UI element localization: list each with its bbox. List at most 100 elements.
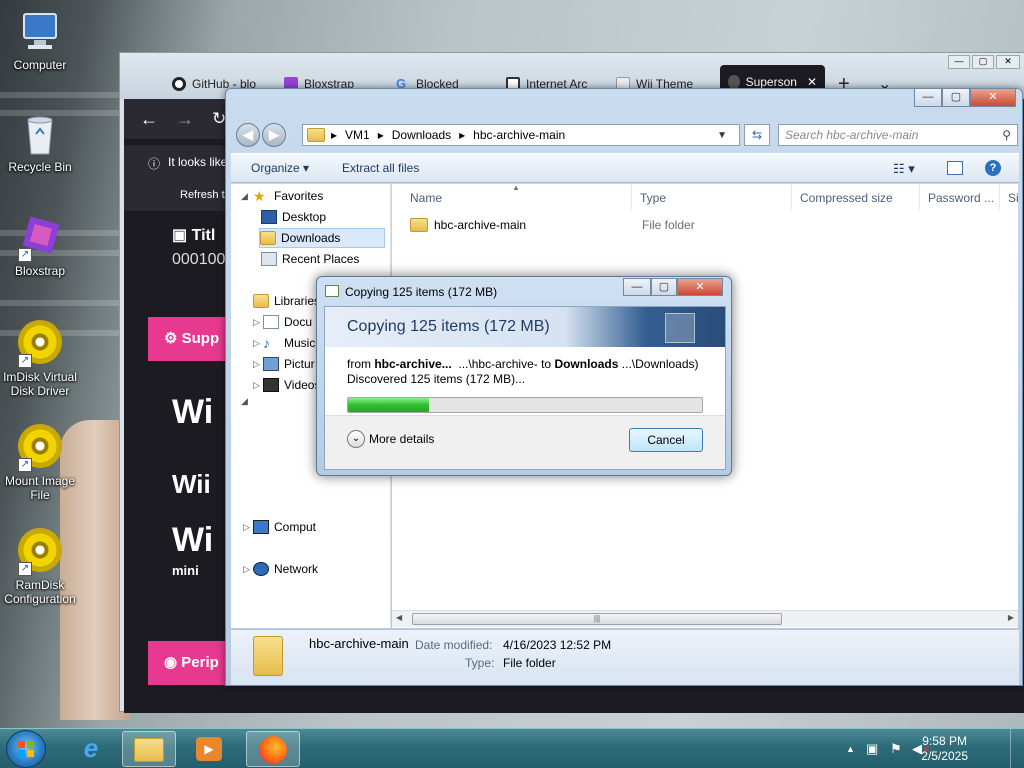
back-button[interactable]: ◀	[236, 123, 260, 147]
browser-notification-bar: ⓘ It looks like Refresh t	[124, 145, 234, 211]
extract-all-button[interactable]: Extract all files	[342, 161, 419, 175]
start-button[interactable]	[6, 730, 46, 768]
scrollbar-thumb[interactable]: |||	[412, 613, 782, 625]
taskbar-internet-explorer[interactable]: e	[64, 731, 118, 767]
close-button[interactable]: ✕	[970, 89, 1016, 107]
address-bar[interactable]: ▸ VM1 ▸ Downloads ▸ hbc-archive-main ▼	[302, 124, 740, 146]
chevron-down-icon[interactable]: ▼	[717, 130, 727, 141]
wii-logo: Wi	[172, 393, 214, 431]
expand-arrow-icon[interactable]: ▷	[253, 338, 260, 349]
nav-pictures[interactable]: Pictur	[263, 354, 315, 374]
progress-fill	[348, 398, 430, 412]
nav-recent-places[interactable]: Recent Places	[261, 249, 359, 269]
expand-arrow-icon[interactable]: ▷	[243, 564, 250, 575]
breadcrumb-downloads[interactable]: Downloads	[392, 128, 451, 142]
maximize-icon[interactable]: ▢	[972, 55, 994, 69]
gears-icon: ⚙	[164, 330, 178, 347]
maximize-button[interactable]: ▢	[942, 89, 970, 107]
breadcrumb-hbc-archive-main[interactable]: hbc-archive-main	[473, 128, 565, 142]
expand-arrow-icon[interactable]: ◢	[241, 191, 248, 202]
back-arrow-icon[interactable]: ←	[140, 109, 158, 130]
column-header-type[interactable]: Type	[632, 184, 792, 210]
column-header-password[interactable]: Password ...	[920, 184, 1000, 210]
copy-source[interactable]: hbc-archive...	[374, 357, 451, 371]
desktop-icon-computer[interactable]: Computer	[0, 8, 80, 72]
minimize-button[interactable]: —	[623, 278, 651, 296]
firefox-icon	[259, 736, 287, 764]
action-center-flag-icon[interactable]: ⚑	[890, 741, 902, 757]
nav-computer[interactable]: Comput	[253, 517, 316, 537]
shortcut-arrow-icon: ↗	[18, 562, 32, 576]
organize-button[interactable]: Organize ▾	[251, 161, 309, 175]
desktop-icon-label: RamDisk Configuration	[4, 578, 76, 606]
dialog-body: Copying 125 items (172 MB) from hbc-arch…	[324, 306, 726, 470]
expand-arrow-icon[interactable]: ▷	[253, 359, 260, 370]
nav-favorites[interactable]: ★ Favorites	[253, 186, 389, 206]
column-header-size[interactable]: Si	[1000, 184, 1019, 210]
clock-time: 9:58 PM	[922, 734, 967, 748]
desktop-icon-label: Recycle Bin	[8, 160, 72, 174]
chevron-down-icon[interactable]: ⌄	[347, 430, 365, 448]
star-icon: ★	[253, 188, 266, 204]
expand-arrow-icon[interactable]: ◢	[241, 396, 248, 407]
more-details-button[interactable]: More details	[369, 432, 434, 446]
desktop-icon-bloxstrap[interactable]: ↗ Bloxstrap	[0, 214, 80, 278]
refresh-button[interactable]: ⇆	[744, 124, 770, 146]
close-icon[interactable]: ✕	[996, 55, 1020, 69]
search-input[interactable]: Search hbc-archive-main ⚲	[778, 124, 1018, 146]
desktop-icon-recycle-bin[interactable]: Recycle Bin	[0, 110, 80, 174]
copy-destination[interactable]: Downloads	[554, 357, 618, 371]
forward-button[interactable]: ▶	[262, 123, 286, 147]
show-desktop-button[interactable]	[1010, 729, 1024, 768]
dialog-header-band: Copying 125 items (172 MB)	[325, 307, 725, 347]
minimize-icon[interactable]: —	[948, 55, 970, 69]
folder-icon	[307, 128, 325, 142]
details-modified-label: Date modified:	[415, 638, 493, 652]
scroll-right-icon[interactable]: ▶	[1008, 613, 1014, 622]
table-row[interactable]: hbc-archive-main File folder	[396, 214, 1018, 236]
scroll-left-icon[interactable]: ◀	[396, 613, 402, 622]
desktop-icon-ramdisk[interactable]: ↗ RamDisk Configuration	[0, 526, 80, 606]
dialog-footer: ⌄ More details Cancel	[325, 415, 725, 469]
explorer-folder-icon	[134, 738, 164, 762]
minimize-button[interactable]: —	[914, 89, 942, 107]
forward-arrow-icon[interactable]: →	[176, 109, 194, 130]
preview-pane-icon[interactable]	[947, 161, 963, 175]
nav-downloads[interactable]: Downloads	[259, 228, 385, 248]
taskbar-firefox[interactable]	[246, 731, 300, 767]
notice-refresh-button[interactable]: Refresh t	[180, 189, 225, 201]
expand-arrow-icon[interactable]: ▷	[253, 317, 260, 328]
expand-arrow-icon[interactable]: ▷	[253, 380, 260, 391]
nav-documents[interactable]: Docu	[263, 312, 312, 332]
tray-expand-icon[interactable]: ▲	[846, 744, 855, 754]
breadcrumb-vm1[interactable]: VM1	[345, 128, 370, 142]
column-header-compressed-size[interactable]: Compressed size	[792, 184, 920, 210]
file-type: File folder	[642, 218, 695, 232]
taskbar-clock[interactable]: 9:58 PM 2/5/2025	[921, 734, 968, 764]
network-status-icon[interactable]: ▣	[866, 741, 878, 757]
close-button[interactable]: ✕	[677, 278, 723, 296]
help-icon[interactable]: ?	[985, 160, 1001, 176]
nav-music[interactable]: ♪ Music	[263, 333, 315, 353]
nav-desktop[interactable]: Desktop	[261, 207, 326, 227]
id-card-icon: ▣	[172, 227, 188, 244]
close-tab-icon[interactable]: ✕	[807, 75, 817, 89]
taskbar-media-player[interactable]: ▶	[182, 731, 236, 767]
nav-network[interactable]: Network	[253, 559, 318, 579]
folder-icon	[410, 218, 428, 232]
horizontal-scrollbar[interactable]: ◀ ||| ▶	[392, 610, 1018, 627]
nav-videos[interactable]: Videos	[263, 375, 320, 395]
maximize-button[interactable]: ▢	[651, 278, 677, 296]
file-name: hbc-archive-main	[434, 218, 527, 232]
column-header-name[interactable]: Name ▲	[402, 183, 632, 210]
wii-mini-logo: Wi	[172, 521, 214, 559]
taskbar-explorer[interactable]	[122, 731, 176, 767]
view-options-icon[interactable]: ☷ ▾	[893, 161, 915, 177]
recent-places-icon	[261, 252, 277, 266]
desktop-icon-mount-image[interactable]: ↗ Mount Image File	[0, 422, 80, 502]
cancel-button[interactable]: Cancel	[629, 428, 703, 452]
details-type-value: File folder	[503, 656, 556, 670]
desktop-icon-imdisk[interactable]: ↗ ImDisk Virtual Disk Driver	[0, 318, 80, 398]
expand-arrow-icon[interactable]: ▷	[243, 522, 250, 533]
nav-libraries[interactable]: Libraries	[253, 291, 320, 311]
